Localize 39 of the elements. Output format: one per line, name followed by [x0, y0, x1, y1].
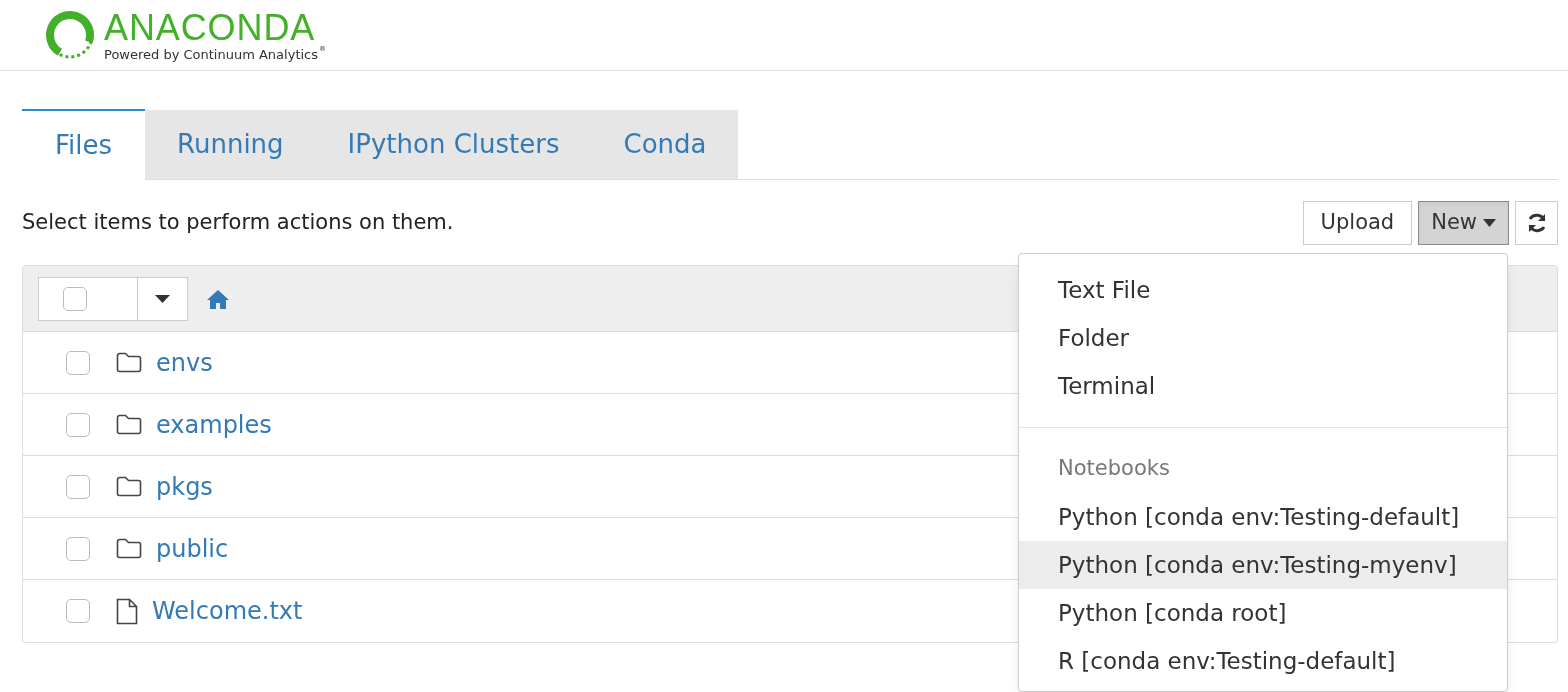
instruction-text: Select items to perform actions on them. [22, 209, 454, 237]
folder-link[interactable]: envs [156, 344, 213, 381]
select-all-checkbox[interactable] [63, 286, 87, 311]
home-icon[interactable] [206, 288, 230, 309]
menu-item[interactable]: Python [conda env:Testing-myenv] [1019, 541, 1507, 589]
new-button[interactable]: New [1418, 201, 1509, 245]
folder-icon [116, 352, 142, 373]
refresh-button[interactable] [1515, 201, 1558, 245]
row-checkbox[interactable] [66, 599, 90, 623]
menu-section-header: Notebooks [1057, 455, 1171, 483]
file-icon [116, 597, 138, 625]
menu-item[interactable]: Folder [1019, 314, 1507, 362]
upload-button[interactable]: Upload [1302, 201, 1413, 245]
tab[interactable]: IPython Clusters [315, 110, 592, 179]
row-checkbox[interactable] [66, 474, 90, 499]
logo-ring-icon [44, 9, 96, 61]
logo-wordmark: ANACONDA [104, 9, 317, 46]
folder-link[interactable]: pkgs [156, 468, 213, 505]
menu-item[interactable]: Python [conda root] [1019, 589, 1507, 637]
row-checkbox[interactable] [66, 412, 90, 437]
caret-icon [1483, 219, 1496, 227]
folder-icon [116, 476, 142, 497]
tab[interactable]: Running [145, 110, 316, 179]
folder-link[interactable]: examples [156, 406, 272, 443]
file-link[interactable]: Welcome.txt [152, 593, 303, 629]
tab[interactable]: Files [22, 109, 146, 180]
menu-item[interactable]: R [conda env:Testing-default] [1019, 637, 1507, 685]
menu-item[interactable]: Python [conda env:Testing-default] [1019, 493, 1507, 541]
logo-tagline: Powered by Continuum Analytics [104, 47, 318, 61]
select-all-dropdown[interactable] [38, 276, 188, 321]
tab[interactable]: Conda [591, 110, 739, 179]
folder-icon [116, 414, 142, 435]
caret-icon [155, 294, 170, 303]
menu-item[interactable]: Terminal [1019, 362, 1507, 410]
menu-item[interactable]: Text File [1019, 266, 1507, 314]
folder-link[interactable]: public [156, 530, 229, 567]
row-checkbox[interactable] [66, 350, 90, 375]
row-checkbox[interactable] [66, 536, 90, 561]
folder-icon [116, 538, 142, 559]
